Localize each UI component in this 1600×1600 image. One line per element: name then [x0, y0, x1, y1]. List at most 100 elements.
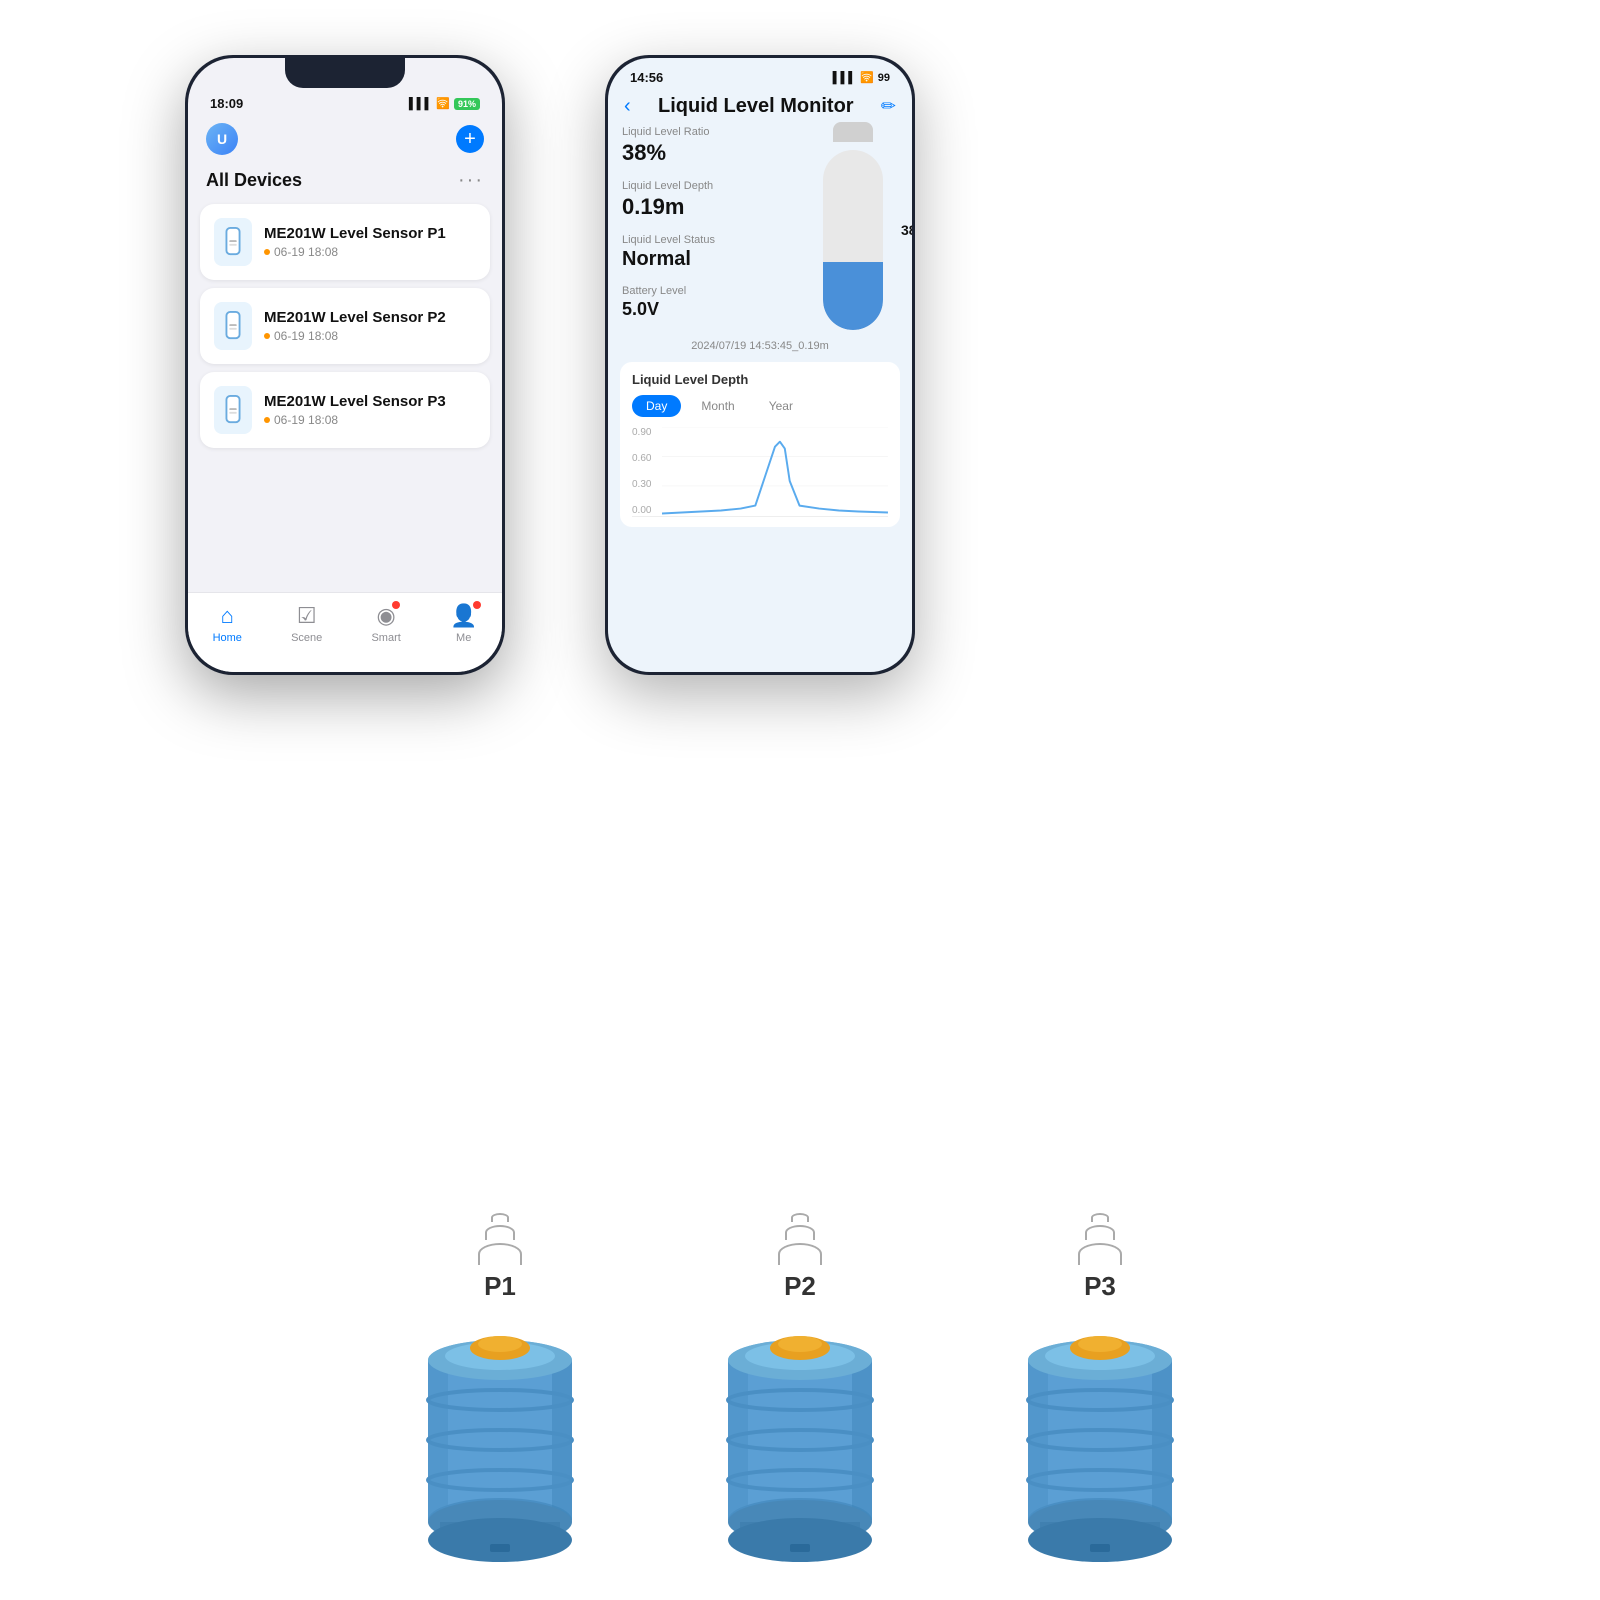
- depth-label: Liquid Level Depth: [622, 180, 798, 192]
- barrel-label-p1: P1: [484, 1271, 516, 1302]
- chart-area: 0.90 0.60 0.30 0.00: [632, 427, 888, 517]
- ratio-value: 38%: [622, 140, 798, 166]
- status-label: Liquid Level Status: [622, 234, 798, 246]
- ratio-row: Liquid Level Ratio 38%: [622, 126, 798, 166]
- phone2-time: 14:56: [630, 70, 663, 85]
- avatar[interactable]: U: [206, 123, 238, 155]
- tank-fill: [823, 262, 883, 330]
- phone1-time: 18:09: [210, 96, 243, 111]
- barrel-label-p3: P3: [1084, 1271, 1116, 1302]
- list-item[interactable]: ME201W Level Sensor P2 06-19 18:08: [200, 288, 490, 364]
- nav-me-label: Me: [456, 632, 471, 644]
- wifi-icon: 🛜: [860, 71, 874, 84]
- time-dot-icon: [264, 333, 270, 339]
- device-info: ME201W Level Sensor P3 06-19 18:08: [264, 393, 476, 427]
- monitor-title: Liquid Level Monitor: [639, 95, 873, 118]
- signal-icon: ▌▌▌: [409, 98, 432, 110]
- tank-cap: [833, 122, 873, 142]
- edit-icon[interactable]: ✏: [881, 96, 896, 117]
- tab-month[interactable]: Month: [687, 395, 748, 417]
- device-info: ME201W Level Sensor P2 06-19 18:08: [264, 309, 476, 343]
- barrel-label-p2: P2: [784, 1271, 816, 1302]
- nav-home[interactable]: ⌂ Home: [213, 603, 242, 644]
- nav-scene[interactable]: ☑ Scene: [291, 603, 322, 644]
- wave-large: [778, 1243, 822, 1265]
- status-value: Normal: [622, 248, 798, 271]
- battery-row: Battery Level 5.0V: [622, 285, 798, 320]
- time-dot-icon: [264, 249, 270, 255]
- phone1-device-list: 18:09 ▌▌▌ 🛜 91% U + All Devices ···: [185, 55, 505, 675]
- phone2-header: ‹ Liquid Level Monitor ✏: [608, 89, 912, 126]
- wifi-icon: 🛜: [436, 97, 450, 110]
- barrel-svg-p2: [700, 1310, 900, 1570]
- nav-me[interactable]: 👤 Me: [450, 603, 477, 644]
- tank-container: 38%: [813, 130, 893, 330]
- list-item[interactable]: ME201W Level Sensor P1 06-19 18:08: [200, 204, 490, 280]
- chart-title: Liquid Level Depth: [632, 372, 888, 387]
- back-button[interactable]: ‹: [624, 95, 631, 118]
- depth-row: Liquid Level Depth 0.19m: [622, 180, 798, 220]
- device-icon: [214, 302, 252, 350]
- device-info: ME201W Level Sensor P1 06-19 18:08: [264, 225, 476, 259]
- scene-icon: ☑: [297, 603, 317, 629]
- phone1-header: U +: [188, 115, 502, 165]
- monitor-stats: Liquid Level Ratio 38% Liquid Level Dept…: [608, 126, 912, 334]
- barrel-p1: P1: [400, 1213, 600, 1570]
- nav-scene-label: Scene: [291, 632, 322, 644]
- me-icon: 👤: [450, 603, 477, 629]
- battery-value: 5.0V: [622, 299, 798, 320]
- wave-small: [1091, 1213, 1109, 1222]
- battery-label: Battery Level: [622, 285, 798, 297]
- signal-icon: ▌▌▌: [833, 72, 856, 84]
- device-time: 06-19 18:08: [264, 329, 476, 343]
- smart-icon: ◉: [377, 603, 396, 629]
- depth-value: 0.19m: [622, 194, 798, 220]
- stats-left: Liquid Level Ratio 38% Liquid Level Dept…: [622, 126, 798, 334]
- nav-smart[interactable]: ◉ Smart: [371, 603, 400, 644]
- signal-waves-p2: [778, 1213, 822, 1265]
- status-row: Liquid Level Status Normal: [622, 234, 798, 271]
- wave-large: [478, 1243, 522, 1265]
- barrel-svg-p1: [400, 1310, 600, 1570]
- tank-visualization: 38%: [808, 126, 898, 334]
- battery-level: 99: [878, 72, 890, 84]
- chart-section: Liquid Level Depth Day Month Year 0.90 0…: [620, 362, 900, 527]
- device-icon: [214, 386, 252, 434]
- chart-svg: [662, 427, 888, 515]
- bottom-navbar: ⌂ Home ☑ Scene ◉ Smart 👤 Me: [188, 592, 502, 672]
- time-dot-icon: [264, 417, 270, 423]
- wave-medium: [485, 1225, 515, 1240]
- timestamp: 2024/07/19 14:53:45_0.19m: [608, 334, 912, 358]
- all-devices-heading: All Devices: [206, 170, 302, 191]
- wave-small: [491, 1213, 509, 1222]
- wave-medium: [1085, 1225, 1115, 1240]
- barrel-p2: P2: [700, 1213, 900, 1570]
- tank-body: [823, 150, 883, 330]
- avatar-letter: U: [217, 131, 227, 147]
- signal-waves-p1: [478, 1213, 522, 1265]
- wave-large: [1078, 1243, 1122, 1265]
- barrels-section: P1: [0, 1213, 1600, 1570]
- barrel-p3: P3: [1000, 1213, 1200, 1570]
- nav-home-label: Home: [213, 632, 242, 644]
- nav-smart-label: Smart: [371, 632, 400, 644]
- device-name: ME201W Level Sensor P2: [264, 309, 476, 326]
- more-menu-icon[interactable]: ···: [458, 169, 484, 192]
- add-device-button[interactable]: +: [456, 125, 484, 153]
- device-icon: [214, 218, 252, 266]
- home-icon: ⌂: [221, 603, 234, 629]
- tab-day[interactable]: Day: [632, 395, 681, 417]
- battery-indicator: 91%: [454, 98, 480, 110]
- device-time: 06-19 18:08: [264, 413, 476, 427]
- device-time: 06-19 18:08: [264, 245, 476, 259]
- device-name: ME201W Level Sensor P1: [264, 225, 476, 242]
- chart-tabs: Day Month Year: [632, 395, 888, 417]
- list-item[interactable]: ME201W Level Sensor P3 06-19 18:08: [200, 372, 490, 448]
- device-name: ME201W Level Sensor P3: [264, 393, 476, 410]
- wave-small: [791, 1213, 809, 1222]
- phone2-monitor: 14:56 ▌▌▌ 🛜 99 ‹ Liquid Level Monitor ✏ …: [605, 55, 915, 675]
- phone2-statusbar: 14:56 ▌▌▌ 🛜 99: [608, 58, 912, 89]
- tab-year[interactable]: Year: [755, 395, 807, 417]
- wave-medium: [785, 1225, 815, 1240]
- all-devices-title-row: All Devices ···: [188, 165, 502, 204]
